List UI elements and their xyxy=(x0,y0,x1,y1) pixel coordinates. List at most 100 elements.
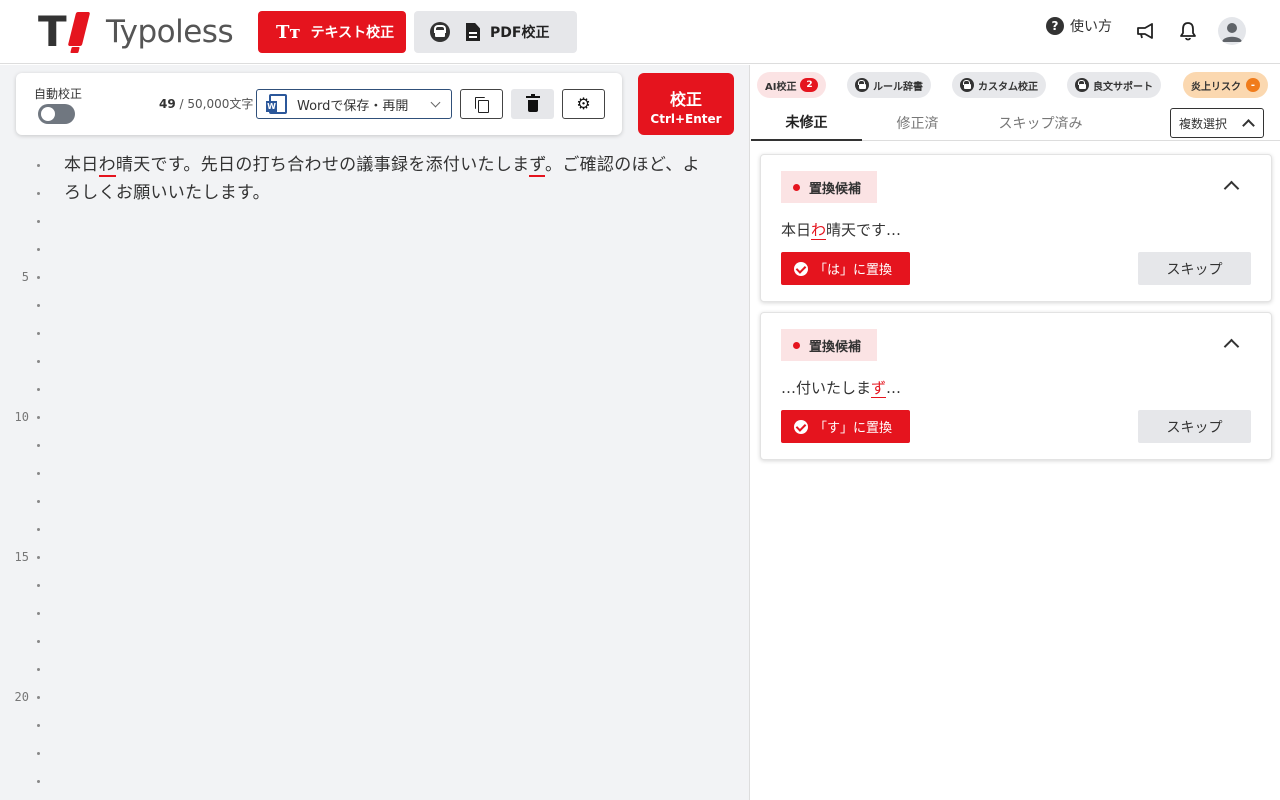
copy-button[interactable] xyxy=(460,89,503,119)
line-dot xyxy=(37,303,40,307)
line-dot xyxy=(37,555,40,559)
chip-flame-risk[interactable]: 炎上リスク - xyxy=(1183,72,1268,98)
chip-rule-label: ルール辞書 xyxy=(873,81,923,93)
line-number: 20 xyxy=(0,683,44,711)
multi-select-label: 複数選択 xyxy=(1179,116,1228,131)
error-highlight[interactable]: ず xyxy=(529,155,546,177)
skip-button[interactable]: スキップ xyxy=(1138,410,1251,443)
editor-text-segment: ろしくお願いいたします。 xyxy=(64,183,270,203)
replace-button[interactable]: 「す」に置換 xyxy=(781,410,910,443)
chip-writing-support[interactable]: 良文サポート xyxy=(1067,72,1161,98)
word-save-label: Wordで保存・再開 xyxy=(297,98,409,114)
typoless-logo[interactable]: T Typoless xyxy=(38,10,234,54)
logo-mark: T xyxy=(38,10,94,54)
editor-text-segment: 晴天です。先日の打ち合わせの議事録を添付いたしま xyxy=(115,155,530,175)
text-format-icon: Tт xyxy=(276,21,301,43)
clear-button[interactable] xyxy=(511,89,554,119)
auto-check-label: 自動校正 xyxy=(34,87,83,101)
line-number xyxy=(0,599,44,627)
line-dot xyxy=(37,527,40,531)
avatar-icon[interactable] xyxy=(1218,17,1246,45)
gear-icon: ⚙ xyxy=(576,94,591,113)
word-icon xyxy=(266,94,287,114)
chevron-up-icon xyxy=(1242,119,1255,132)
suggestion-card: 置換候補 本日わ晴天です… 「は」に置換 スキップ xyxy=(760,154,1272,302)
copy-icon xyxy=(475,96,489,113)
chip-flame-label: 炎上リスク xyxy=(1191,81,1241,93)
line-number xyxy=(0,487,44,515)
line-number xyxy=(0,347,44,375)
chip-custom-check[interactable]: カスタム校正 xyxy=(952,72,1046,98)
collapse-chevron-icon[interactable] xyxy=(1223,338,1240,355)
status-dot xyxy=(793,183,800,191)
line-dot xyxy=(37,387,40,391)
pencil-icon xyxy=(67,12,91,46)
char-counter: 49 / 50,000文字 xyxy=(159,95,253,112)
suggestion-snippet[interactable]: 本日わ晴天です… xyxy=(781,219,901,240)
multi-select-button[interactable]: 複数選択 xyxy=(1170,108,1264,138)
results-panel: AI校正 2 ルール辞書 カスタム校正 良文サポート 炎上リスク - 未修正 修… xyxy=(751,65,1280,800)
text-check-label: テキスト校正 xyxy=(310,25,395,41)
snippet-error: ず xyxy=(871,379,887,398)
suggestion-card: 置換候補 …付いたしまず… 「す」に置換 スキップ xyxy=(760,312,1272,460)
line-number-label: 10 xyxy=(14,410,29,424)
auto-check-toggle[interactable] xyxy=(38,104,75,124)
snippet-after: … xyxy=(886,379,902,397)
line-number xyxy=(0,711,44,739)
line-dot xyxy=(37,639,40,643)
status-dot xyxy=(793,341,800,349)
char-count: 49 xyxy=(159,97,176,111)
line-dot xyxy=(37,583,40,587)
line-dot xyxy=(37,611,40,615)
line-dot xyxy=(37,415,40,419)
line-number xyxy=(0,431,44,459)
chevron-down-icon xyxy=(430,97,441,107)
help-link[interactable]: ? 使い方 xyxy=(1046,16,1112,36)
editor-textarea[interactable]: 本日わ晴天です。先日の打ち合わせの議事録を添付いたしまず。ご確認のほど、よ ろしく… xyxy=(64,151,734,207)
snippet-before: 本日 xyxy=(781,221,812,239)
editor-text-segment: 本日 xyxy=(64,155,99,175)
skip-button[interactable]: スキップ xyxy=(1138,252,1251,285)
proofread-shortcut: Ctrl+Enter xyxy=(650,112,722,126)
line-number xyxy=(0,207,44,235)
line-number xyxy=(0,515,44,543)
line-dot xyxy=(37,359,40,363)
pdf-check-button[interactable]: PDF校正 xyxy=(414,11,577,53)
chip-rule-dictionary[interactable]: ルール辞書 xyxy=(847,72,931,98)
flame-risk-badge: - xyxy=(1246,78,1260,92)
bell-icon[interactable] xyxy=(1178,20,1198,42)
line-dot xyxy=(37,275,40,279)
suggestion-snippet[interactable]: …付いたしまず… xyxy=(781,377,901,398)
line-number xyxy=(0,459,44,487)
line-number xyxy=(0,291,44,319)
line-dot xyxy=(37,499,40,503)
collapse-chevron-icon[interactable] xyxy=(1223,180,1240,197)
editor-toolbar: 自動校正 49 / 50,000文字 Wordで保存・再開 ⚙ xyxy=(16,73,622,135)
text-check-button[interactable]: Tт テキスト校正 xyxy=(258,11,406,53)
lock-icon xyxy=(430,22,450,42)
chip-support-label: 良文サポート xyxy=(1093,81,1153,93)
suggestion-type-tag: 置換候補 xyxy=(781,329,877,361)
snippet-after: 晴天です… xyxy=(826,221,902,239)
chip-custom-label: カスタム校正 xyxy=(978,81,1038,93)
tab-unfixed[interactable]: 未修正 xyxy=(751,105,862,141)
suggestion-type-tag: 置換候補 xyxy=(781,171,877,203)
line-number: 10 xyxy=(0,403,44,431)
tab-skipped[interactable]: スキップ済み xyxy=(973,105,1108,141)
megaphone-icon[interactable] xyxy=(1136,22,1156,40)
line-number xyxy=(0,767,44,795)
chip-ai-check[interactable]: AI校正 2 xyxy=(757,72,827,98)
word-save-dropdown[interactable]: Wordで保存・再開 xyxy=(256,89,452,119)
lock-icon xyxy=(1075,78,1089,92)
settings-button[interactable]: ⚙ xyxy=(562,89,605,119)
lock-icon xyxy=(855,78,869,92)
error-highlight[interactable]: わ xyxy=(98,155,116,177)
tab-fixed[interactable]: 修正済 xyxy=(862,105,973,141)
char-limit: / 50,000文字 xyxy=(179,97,254,111)
replace-button[interactable]: 「は」に置換 xyxy=(781,252,910,285)
chip-ai-label: AI校正 xyxy=(765,81,797,93)
logo-letter: T xyxy=(38,7,67,56)
proofread-button[interactable]: 校正 Ctrl+Enter xyxy=(638,73,734,135)
line-number xyxy=(0,739,44,767)
line-number-label: 20 xyxy=(14,690,29,704)
